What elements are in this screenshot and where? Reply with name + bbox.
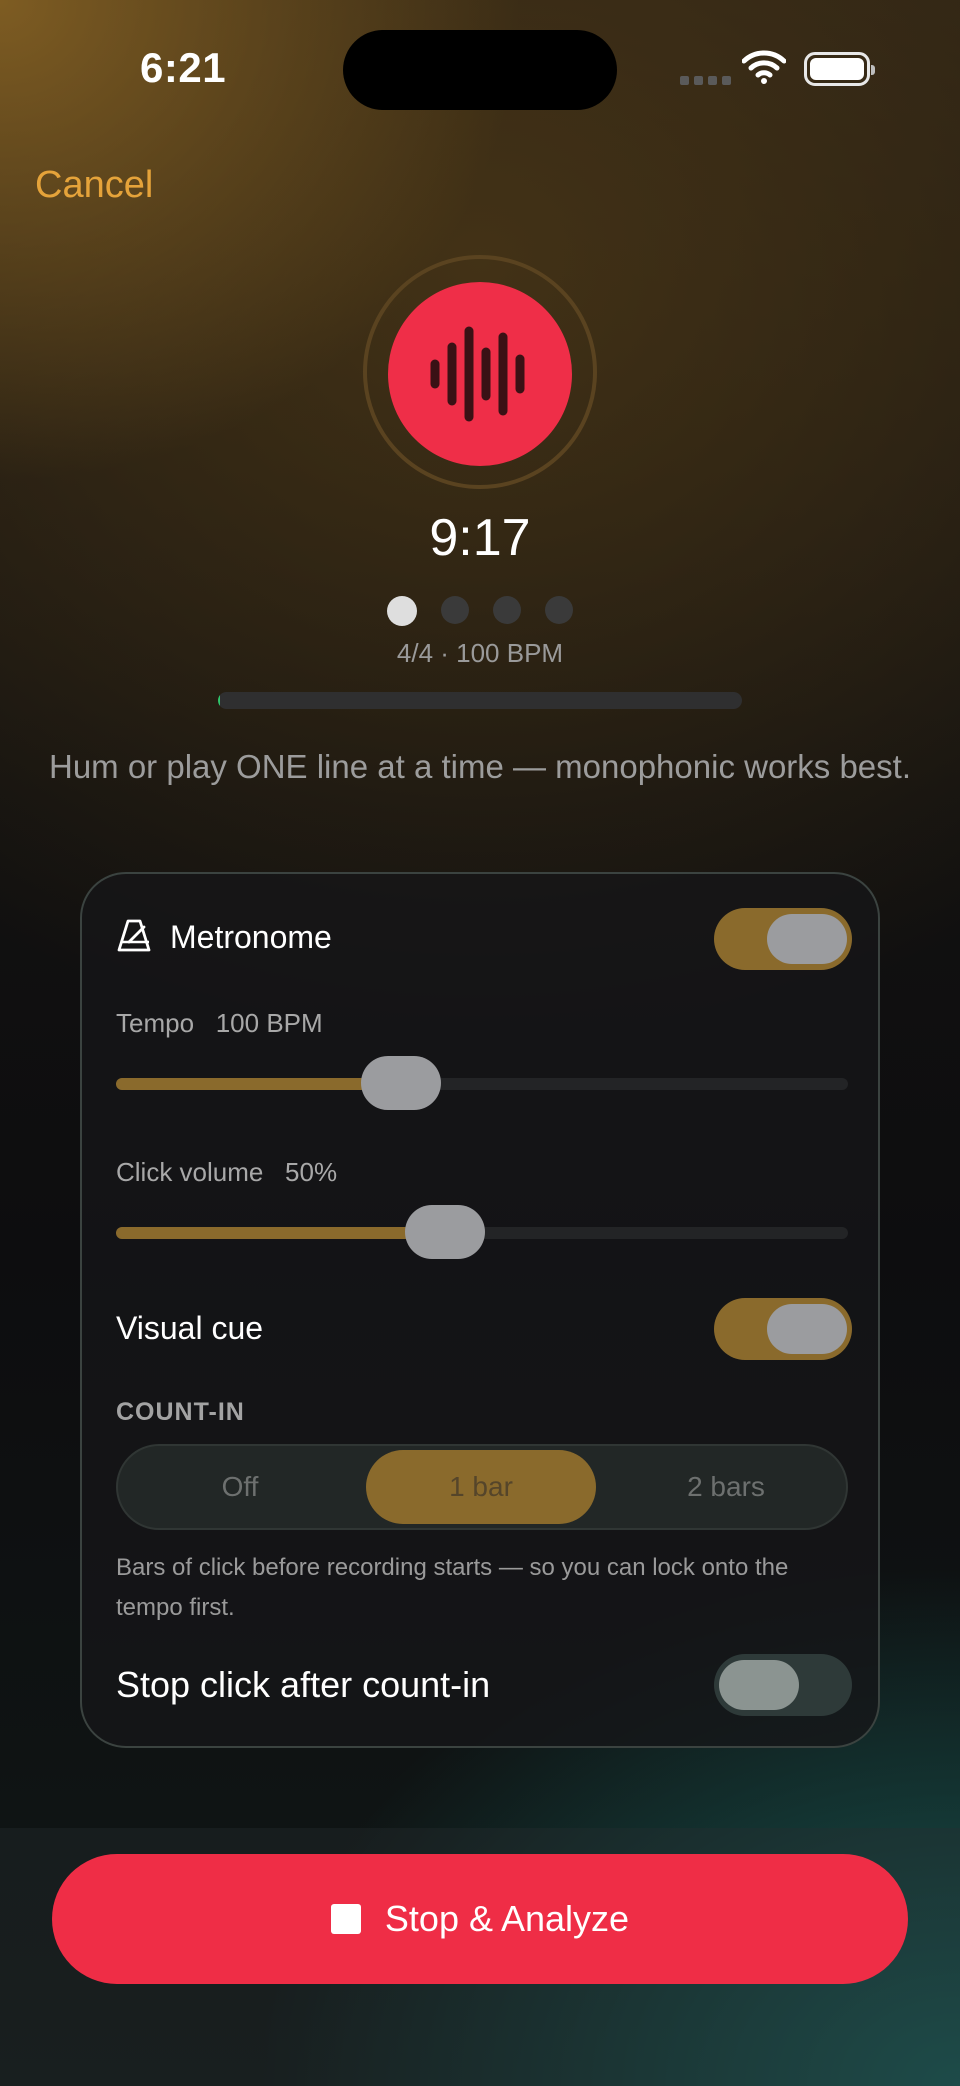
click-volume-label-text: Click volume	[116, 1157, 264, 1187]
metronome-icon	[117, 919, 151, 952]
recording-hint: Hum or play ONE line at a time — monopho…	[48, 748, 911, 785]
visual-cue-toggle[interactable]	[714, 1298, 852, 1360]
count-in-note: Bars of click before recording starts — …	[116, 1554, 789, 1621]
tempo-label: Tempo 100 BPM	[116, 1008, 323, 1039]
dynamic-island	[343, 30, 617, 110]
cancel-button[interactable]: Cancel	[35, 164, 153, 207]
count-in-option-2-bars[interactable]: 2 bars	[608, 1450, 844, 1524]
elapsed-timer: 9:17	[429, 509, 531, 567]
record-button[interactable]	[388, 282, 572, 466]
beat-dot	[441, 596, 469, 624]
status-time: 6:21	[140, 44, 227, 91]
click-volume-value: 50%	[285, 1157, 338, 1187]
metronome-title: Metronome	[170, 919, 332, 955]
toggle-knob	[767, 1304, 847, 1354]
tempo-label-text: Tempo	[116, 1008, 195, 1038]
stop-click-label: Stop click after count-in	[116, 1664, 491, 1705]
input-level-meter	[218, 692, 742, 709]
tempo-slider-fill	[116, 1078, 402, 1090]
stop-square-icon	[330, 1904, 361, 1934]
metronome-panel: Metronome Tempo 100 BPM Click volume 50%…	[80, 872, 880, 1748]
cellular-signal-icon	[680, 76, 731, 85]
toggle-knob	[719, 1660, 799, 1710]
stop-analyze-button[interactable]: Stop & Analyze	[52, 1854, 908, 1984]
click-volume-slider[interactable]	[116, 1205, 848, 1259]
tempo-slider-thumb[interactable]	[361, 1056, 442, 1110]
count-in-option-off[interactable]: Off	[122, 1450, 358, 1524]
click-volume-slider-fill	[116, 1227, 446, 1239]
tempo-slider[interactable]	[116, 1056, 848, 1110]
toggle-knob	[767, 914, 847, 964]
meter-label: 4/4 · 100 BPM	[396, 638, 564, 668]
battery-icon	[804, 52, 875, 86]
beat-dot	[545, 596, 573, 624]
click-volume-slider-thumb[interactable]	[405, 1205, 486, 1259]
beat-dot	[387, 596, 417, 626]
beat-dot	[493, 596, 521, 624]
stop-analyze-label: Stop & Analyze	[384, 1898, 630, 1939]
metronome-toggle[interactable]	[714, 908, 852, 970]
wifi-icon	[742, 50, 786, 84]
count-in-segmented-control: Off 1 bar 2 bars	[116, 1444, 848, 1530]
visual-cue-label: Visual cue	[116, 1310, 264, 1346]
waveform-icon	[430, 326, 525, 422]
tempo-value: 100 BPM	[215, 1008, 323, 1038]
click-volume-label: Click volume 50%	[116, 1157, 337, 1188]
input-level-fill	[218, 692, 221, 709]
count-in-heading: COUNT-IN	[116, 1398, 245, 1426]
beat-indicator	[0, 596, 960, 626]
count-in-option-1-bar[interactable]: 1 bar	[366, 1450, 596, 1524]
stop-click-toggle[interactable]	[714, 1654, 852, 1716]
